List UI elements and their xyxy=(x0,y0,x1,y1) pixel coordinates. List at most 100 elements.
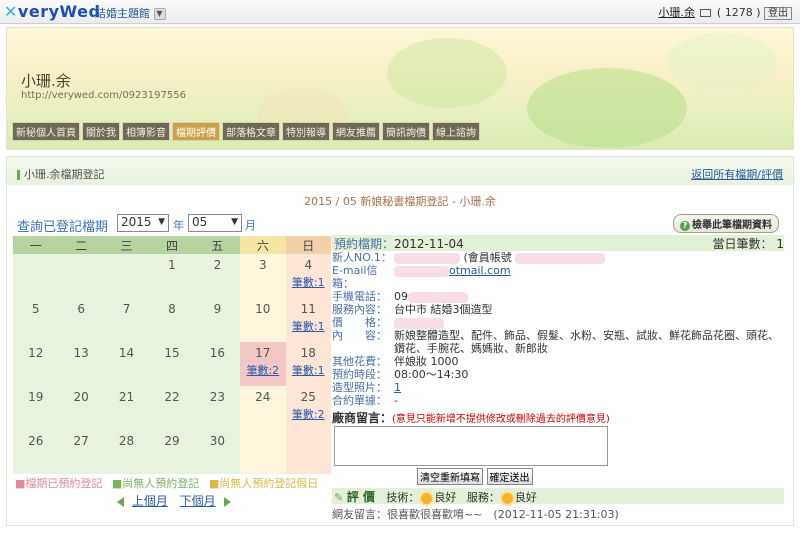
booking-count-link[interactable]: 筆數:1 xyxy=(286,274,331,290)
email-label: E-mail信箱： xyxy=(332,264,378,290)
other-fee-row: 其他花費： 伴娘妝 1000 xyxy=(332,355,784,368)
day-number: 20 xyxy=(73,390,89,404)
booking-header: 預約檔期：2012-11-04 當日筆數： 1 xyxy=(332,235,784,251)
calendar-day: 7 xyxy=(103,298,150,342)
calendar-day: 28 xyxy=(103,430,150,474)
prev-month-link[interactable]: 上個月 xyxy=(132,494,168,508)
day-number: 10 xyxy=(255,302,271,316)
day-number: 18 xyxy=(300,346,316,360)
year-select[interactable]: 2015 ▼ xyxy=(117,214,169,232)
nav-item[interactable]: 特別報導 xyxy=(282,122,330,141)
report-button[interactable]: ? 檢舉此筆檔期資料 xyxy=(673,214,779,233)
message-label: 廠商留言： xyxy=(332,411,393,425)
legend-free-holiday: ■尚無人預約登記假日 xyxy=(208,477,319,490)
price-label: 價 格： xyxy=(332,316,387,329)
day-number: 5 xyxy=(31,302,40,316)
chevron-down-icon: ▼ xyxy=(231,217,238,227)
calendar-legend: ■檔期已預約登記 ■尚無人預約登記 ■尚無人預約登記假日 xyxy=(15,475,324,491)
calendar-day: 2 xyxy=(194,254,241,298)
message-buttons: 清空重新填寫 確定送出 xyxy=(417,468,784,485)
vendor-message-textarea[interactable] xyxy=(334,426,608,466)
bride-label: 新人NO.1： xyxy=(332,251,392,264)
next-month-link[interactable]: 下個月 xyxy=(180,494,216,508)
booking-count-link[interactable]: 筆數:1 xyxy=(286,362,331,378)
message-label-row: 廠商留言：(意見只能新增不提供修改或刪除過去的評價意見) xyxy=(332,409,784,426)
email-row: E-mail信箱： otmail.com xyxy=(332,264,784,290)
other-fee-label: 其他花費： xyxy=(332,355,387,368)
calendar-day[interactable]: 11 筆數:1 xyxy=(285,298,331,342)
calendar-day: 6 xyxy=(58,298,104,342)
logout-button[interactable]: 登出 xyxy=(764,7,792,20)
day-number: 15 xyxy=(164,346,180,360)
nav-item[interactable]: 網友推薦 xyxy=(332,122,380,141)
contract-value: - xyxy=(394,394,398,407)
calendar-day: 10 xyxy=(240,298,286,342)
nav-item[interactable]: 線上諮詢 xyxy=(432,122,480,141)
site-logo[interactable]: ✕veryWed xyxy=(4,2,100,21)
nav-item[interactable]: 關於我 xyxy=(82,122,120,141)
calendar-day[interactable]: 25 筆數:2 xyxy=(285,386,331,430)
bride-row: 新人NO.1： (會員帳號 xyxy=(332,251,784,264)
service-label: 服務內容： xyxy=(332,303,387,316)
calendar-day: 23 xyxy=(194,386,241,430)
month-select[interactable]: 05 ▼ xyxy=(188,214,242,232)
nav-item[interactable]: 檔期評價 xyxy=(172,122,220,141)
time-label: 預約時段： xyxy=(332,368,387,381)
clear-button[interactable]: 清空重新填寫 xyxy=(417,468,483,485)
photo-link[interactable]: 1 xyxy=(394,381,401,394)
back-link[interactable]: 返回所有檔期/評價 xyxy=(691,166,783,182)
redacted-email xyxy=(394,265,449,277)
redacted-price xyxy=(394,317,444,329)
nav-item[interactable]: 相簿影音 xyxy=(122,122,170,141)
calendar-day: 5 xyxy=(13,298,59,342)
mail-icon[interactable] xyxy=(700,9,712,17)
calendar-day xyxy=(240,430,286,474)
weekday-header: 二 xyxy=(58,236,104,254)
prev-arrow-icon[interactable] xyxy=(117,496,124,507)
weekday-header: 五 xyxy=(194,236,241,254)
calendar-day: 21 xyxy=(103,386,150,430)
section-header: 小珊.余檔期登記 返回所有檔期/評價 xyxy=(7,157,793,185)
contract-row: 合約單據： - xyxy=(332,394,784,407)
blog-banner: 小珊.余 http://verywed.com/0923197556 新秘個人首… xyxy=(6,27,794,150)
booking-count-link[interactable]: 筆數:2 xyxy=(240,362,285,378)
day-number: 22 xyxy=(164,390,180,404)
month-caption: 2015 / 05 新娘秘書檔期登記 - 小珊.余 xyxy=(304,195,496,208)
calendar-day: 13 xyxy=(58,342,104,386)
service-rating-label: 服務： xyxy=(466,491,500,504)
booking-count-link[interactable]: 筆數:2 xyxy=(286,406,331,422)
calendar-day[interactable]: 4 筆數:1 xyxy=(285,254,331,298)
legend-booked: ■檔期已預約登記 xyxy=(15,477,103,490)
day-number: 29 xyxy=(164,434,180,448)
calendar-day[interactable]: 17 筆數:2 xyxy=(240,342,286,386)
day-number: 24 xyxy=(255,390,271,404)
day-number: 23 xyxy=(209,390,226,404)
message-count: ( 1278 ) xyxy=(716,6,761,19)
day-number: 19 xyxy=(28,390,44,404)
calendar-day[interactable]: 18 筆數:1 xyxy=(285,342,331,386)
blog-url[interactable]: http://verywed.com/0923197556 xyxy=(21,90,186,101)
chevron-down-icon[interactable]: ▼ xyxy=(153,8,166,20)
day-number: 2 xyxy=(213,258,222,272)
sun-icon xyxy=(421,492,433,504)
pencil-icon: ✎ xyxy=(334,491,344,504)
submit-button[interactable]: 確定送出 xyxy=(486,468,533,485)
calendar-day: 8 xyxy=(149,298,195,342)
nav-item[interactable]: 新秘個人首頁 xyxy=(12,122,80,141)
content-label: 內 容： xyxy=(332,329,387,342)
day-number: 16 xyxy=(209,346,226,360)
nav-item[interactable]: 簡訊詢價 xyxy=(382,122,430,141)
user-name-link[interactable]: 小珊.余 xyxy=(658,6,695,19)
next-arrow-icon[interactable] xyxy=(223,496,231,507)
calendar-day: 30 xyxy=(194,430,241,474)
email-link[interactable]: otmail.com xyxy=(449,264,511,277)
user-comment: 網友留言：很喜歡很喜歡唷~~ (2012-11-05 21:31:03) xyxy=(332,508,619,521)
calendar-day xyxy=(58,254,104,298)
year-unit: 年 xyxy=(173,219,184,232)
channel-selector[interactable]: 結婚主題館 ▼ xyxy=(95,5,166,21)
booking-count-link[interactable]: 筆數:1 xyxy=(286,318,331,334)
calendar-day xyxy=(13,254,59,298)
nav-item[interactable]: 部落格文章 xyxy=(222,122,280,141)
booking-label: 預約檔期： xyxy=(334,237,395,251)
day-number: 21 xyxy=(118,390,135,404)
